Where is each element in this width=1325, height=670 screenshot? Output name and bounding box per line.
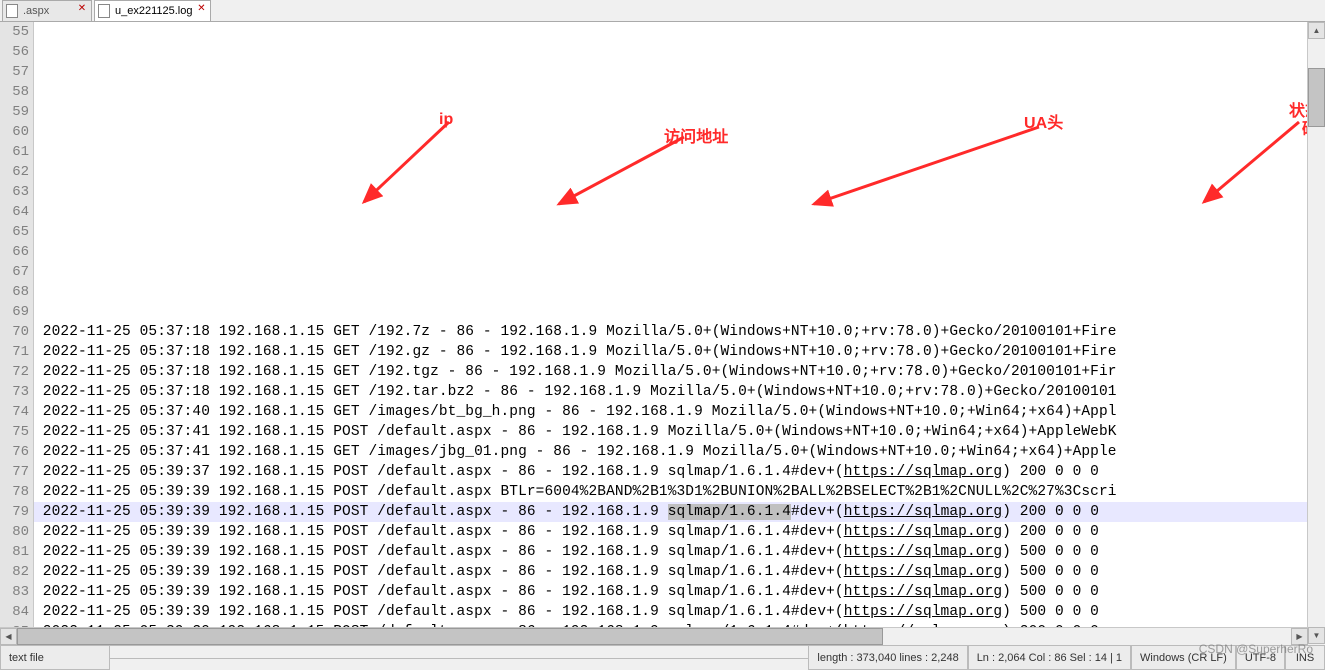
tab-label: u_ex221125.log bbox=[115, 5, 192, 17]
status-spacer bbox=[110, 658, 808, 659]
log-line[interactable]: 2022-11-25 05:39:39 192.168.1.15 POST /d… bbox=[34, 562, 1307, 582]
url-link[interactable]: https://sqlmap.org bbox=[844, 544, 1002, 560]
editor-content[interactable]: 2022-11-25 05:37:18 192.168.1.15 GET /19… bbox=[34, 22, 1307, 644]
file-icon bbox=[98, 4, 110, 18]
log-line[interactable]: 2022-11-25 05:37:18 192.168.1.15 GET /19… bbox=[34, 342, 1307, 362]
log-line[interactable]: 2022-11-25 05:37:18 192.168.1.15 GET /19… bbox=[34, 382, 1307, 402]
log-line[interactable]: 2022-11-25 05:39:39 192.168.1.15 POST /d… bbox=[34, 602, 1307, 622]
annot-status-1: 状态 bbox=[1289, 102, 1307, 122]
horizontal-scrollbar[interactable]: ◀ ▶ bbox=[0, 627, 1308, 645]
arrow-icon bbox=[549, 132, 699, 212]
line-number: 57 bbox=[0, 62, 29, 82]
line-number: 64 bbox=[0, 202, 29, 222]
line-number: 77 bbox=[0, 462, 29, 482]
url-link[interactable]: https://sqlmap.org bbox=[844, 504, 1002, 520]
line-number: 66 bbox=[0, 242, 29, 262]
line-number: 56 bbox=[0, 42, 29, 62]
tab-label: .aspx bbox=[23, 5, 49, 17]
line-number: 70 bbox=[0, 322, 29, 342]
line-number: 80 bbox=[0, 522, 29, 542]
log-line[interactable]: 2022-11-25 05:39:37 192.168.1.15 POST /d… bbox=[34, 462, 1307, 482]
line-number: 60 bbox=[0, 122, 29, 142]
file-icon bbox=[6, 4, 18, 18]
line-number: 79 bbox=[0, 502, 29, 522]
status-eol: Windows (CR LF) bbox=[1131, 646, 1236, 670]
url-link[interactable]: https://sqlmap.org bbox=[844, 604, 1002, 620]
status-encoding: UTF-8 bbox=[1236, 646, 1285, 670]
status-mode: INS bbox=[1285, 646, 1325, 670]
selection: sqlmap/1.6.1.4 bbox=[668, 504, 791, 520]
line-number: 82 bbox=[0, 562, 29, 582]
annot-ua: UA头 bbox=[1024, 114, 1063, 134]
editor: 5556575859606162636465666768697071727374… bbox=[0, 22, 1325, 644]
line-number: 84 bbox=[0, 602, 29, 622]
tab-strip: .aspx ✕ u_ex221125.log ✕ bbox=[0, 0, 1325, 22]
annot-ip: ip bbox=[439, 110, 453, 130]
log-line[interactable]: 2022-11-25 05:39:39 192.168.1.15 POST /d… bbox=[34, 542, 1307, 562]
status-length: length : 373,040 lines : 2,248 bbox=[808, 646, 967, 670]
scroll-thumb[interactable] bbox=[17, 628, 883, 645]
url-link[interactable]: https://sqlmap.org bbox=[844, 584, 1002, 600]
scroll-track[interactable] bbox=[17, 628, 1291, 645]
url-link[interactable]: https://sqlmap.org bbox=[844, 524, 1002, 540]
line-number: 58 bbox=[0, 82, 29, 102]
log-line[interactable]: 2022-11-25 05:39:39 192.168.1.15 POST /d… bbox=[34, 502, 1307, 522]
scroll-thumb[interactable] bbox=[1308, 68, 1325, 127]
scroll-up-button[interactable]: ▲ bbox=[1308, 22, 1325, 39]
line-number: 59 bbox=[0, 102, 29, 122]
line-number: 74 bbox=[0, 402, 29, 422]
tab-aspx[interactable]: .aspx ✕ bbox=[2, 0, 92, 21]
log-line[interactable]: 2022-11-25 05:37:40 192.168.1.15 GET /im… bbox=[34, 402, 1307, 422]
line-number: 69 bbox=[0, 302, 29, 322]
line-number: 62 bbox=[0, 162, 29, 182]
status-filetype: text file bbox=[0, 646, 110, 670]
url-link[interactable]: https://sqlmap.org bbox=[844, 564, 1002, 580]
line-number: 68 bbox=[0, 282, 29, 302]
annot-access-addr: 访问地址 bbox=[664, 128, 728, 148]
line-number: 81 bbox=[0, 542, 29, 562]
line-number: 83 bbox=[0, 582, 29, 602]
arrow-icon bbox=[804, 122, 1054, 212]
line-number: 65 bbox=[0, 222, 29, 242]
close-icon[interactable]: ✕ bbox=[196, 4, 206, 14]
line-number: 61 bbox=[0, 142, 29, 162]
line-number: 71 bbox=[0, 342, 29, 362]
line-number: 72 bbox=[0, 362, 29, 382]
annot-status-2: 码 bbox=[1302, 120, 1307, 140]
log-line[interactable]: 2022-11-25 05:37:41 192.168.1.15 POST /d… bbox=[34, 422, 1307, 442]
vertical-scrollbar[interactable]: ▲ ▼ bbox=[1307, 22, 1325, 644]
line-number: 55 bbox=[0, 22, 29, 42]
line-number: 73 bbox=[0, 382, 29, 402]
tab-logfile[interactable]: u_ex221125.log ✕ bbox=[94, 0, 211, 21]
arrow-icon bbox=[1194, 117, 1307, 212]
log-line[interactable]: 2022-11-25 05:37:18 192.168.1.15 GET /19… bbox=[34, 362, 1307, 382]
log-line[interactable]: 2022-11-25 05:39:39 192.168.1.15 POST /d… bbox=[34, 582, 1307, 602]
scroll-down-button[interactable]: ▼ bbox=[1308, 627, 1325, 644]
line-number-gutter: 5556575859606162636465666768697071727374… bbox=[0, 22, 34, 644]
line-number: 63 bbox=[0, 182, 29, 202]
line-number: 67 bbox=[0, 262, 29, 282]
arrow-icon bbox=[354, 117, 464, 212]
line-number: 78 bbox=[0, 482, 29, 502]
status-bar: text file length : 373,040 lines : 2,248… bbox=[0, 645, 1325, 670]
log-line[interactable]: 2022-11-25 05:37:41 192.168.1.15 GET /im… bbox=[34, 442, 1307, 462]
log-line[interactable]: 2022-11-25 05:39:39 192.168.1.15 POST /d… bbox=[34, 522, 1307, 542]
log-line[interactable]: 2022-11-25 05:39:39 192.168.1.15 POST /d… bbox=[34, 482, 1307, 502]
scroll-track[interactable] bbox=[1308, 39, 1325, 627]
scroll-left-button[interactable]: ◀ bbox=[0, 628, 17, 645]
url-link[interactable]: https://sqlmap.org bbox=[844, 464, 1002, 480]
line-number: 75 bbox=[0, 422, 29, 442]
scroll-right-button[interactable]: ▶ bbox=[1291, 628, 1308, 645]
line-number: 76 bbox=[0, 442, 29, 462]
close-icon[interactable]: ✕ bbox=[77, 4, 87, 14]
log-line[interactable]: 2022-11-25 05:37:18 192.168.1.15 GET /19… bbox=[34, 322, 1307, 342]
status-position: Ln : 2,064 Col : 86 Sel : 14 | 1 bbox=[968, 646, 1131, 670]
